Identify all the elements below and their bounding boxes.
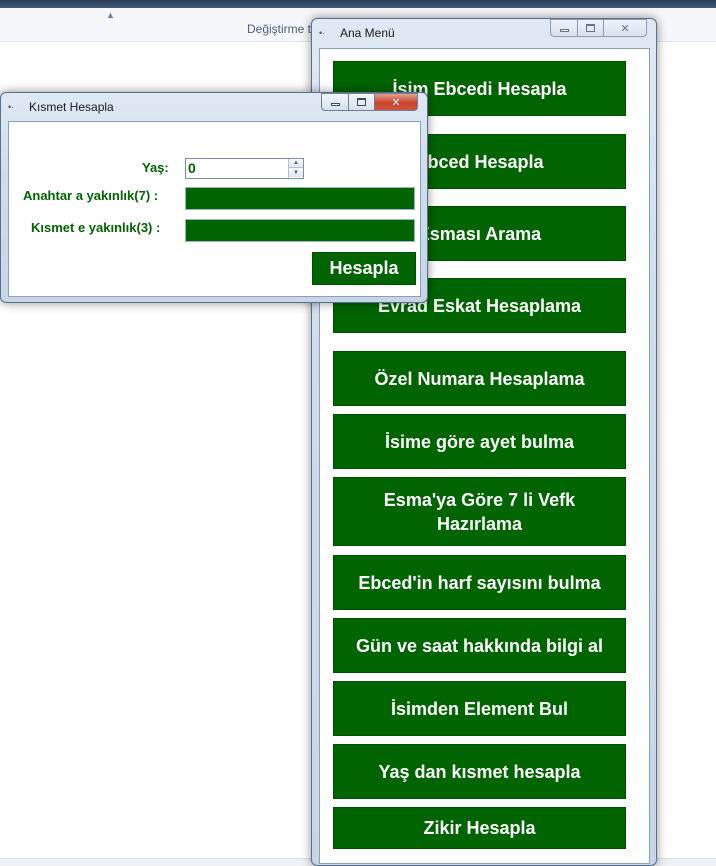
minimize-button[interactable] [321, 93, 348, 111]
menu-button-ozel-numara[interactable]: Özel Numara Hesaplama [333, 351, 626, 406]
maximize-button[interactable] [577, 19, 603, 37]
sort-arrow-icon: ▲ [106, 10, 115, 20]
ana-menu-title: Ana Menü [340, 26, 395, 40]
minimize-icon [559, 29, 569, 32]
stepper-down-icon[interactable]: ▼ [289, 168, 303, 177]
fate-proximity-label: Kısmet e yakınlık(3) : [31, 220, 161, 235]
key-proximity-label: Anahtar a yakınlık(7) : [23, 188, 159, 203]
menu-button-kismet[interactable]: Yaş dan kısmet hesapla [333, 744, 626, 799]
maximize-icon [357, 98, 366, 106]
menu-button-ayet-bulma[interactable]: İsime göre ayet bulma [333, 414, 626, 469]
fate-proximity-field[interactable] [185, 219, 415, 242]
minimize-button[interactable] [550, 19, 577, 37]
age-label: Yaş: [142, 160, 169, 175]
taskbar-strip [0, 0, 716, 8]
maximize-button[interactable] [348, 93, 374, 111]
maximize-icon [586, 24, 595, 32]
close-icon: ✕ [391, 96, 401, 109]
column-header-modified[interactable]: Değiştirme t [247, 22, 311, 36]
kismet-title: Kısmet Hesapla [29, 100, 114, 114]
close-button[interactable]: ✕ [374, 93, 418, 111]
key-proximity-field[interactable] [185, 187, 415, 210]
age-stepper[interactable]: 0 ▲ ▼ [185, 158, 304, 179]
ana-menu-titlebar[interactable]: •· Ana Menü ✕ [312, 19, 656, 45]
stepper-arrows: ▲ ▼ [288, 159, 303, 178]
app-icon: •· [8, 102, 15, 112]
stepper-up-icon[interactable]: ▲ [289, 159, 303, 168]
menu-button-zikir[interactable]: Zikir Hesapla [333, 807, 626, 849]
close-button[interactable]: ✕ [603, 19, 647, 37]
menu-button-element[interactable]: İsimden Element Bul [333, 681, 626, 736]
app-icon: •· [319, 28, 326, 38]
kismet-titlebar[interactable]: •· Kısmet Hesapla ✕ [1, 93, 427, 119]
menu-button-vefk[interactable]: Esma'ya Göre 7 li Vefk Hazırlama [333, 477, 626, 546]
minimize-icon [330, 103, 340, 106]
hesapla-button[interactable]: Hesapla [312, 252, 416, 285]
menu-button-gun-saat[interactable]: Gün ve saat hakkında bilgi al [333, 618, 626, 673]
menu-button-harf-sayisi[interactable]: Ebced'in harf sayısını bulma [333, 555, 626, 610]
kismet-hesapla-window: •· Kısmet Hesapla ✕ Yaş: 0 ▲ ▼ Anahtar a… [0, 92, 428, 303]
kismet-client: Yaş: 0 ▲ ▼ Anahtar a yakınlık(7) : Kısme… [8, 121, 421, 297]
close-icon: ✕ [620, 22, 630, 35]
age-value[interactable]: 0 [188, 160, 196, 176]
